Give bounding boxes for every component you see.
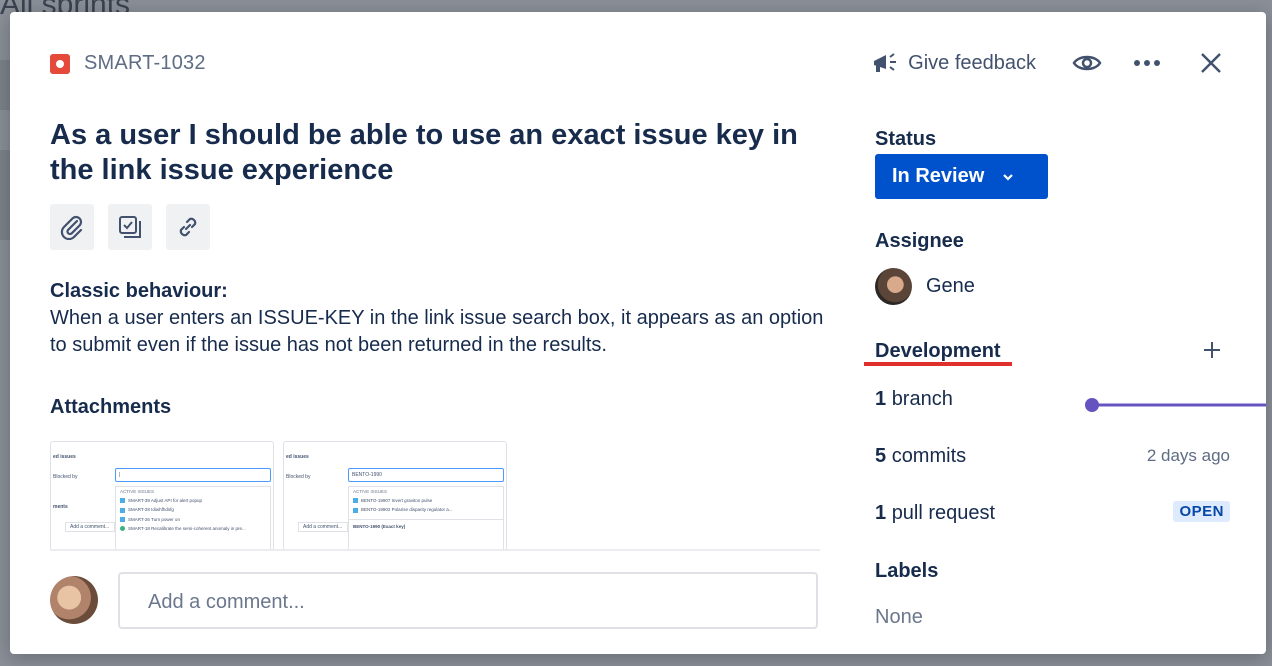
commit-count: 5 <box>875 445 887 467</box>
add-development-button[interactable] <box>1200 338 1224 362</box>
thumb-input: BENTO-1990 <box>348 468 504 482</box>
close-button[interactable] <box>1196 48 1226 78</box>
issue-key[interactable]: SMART-1032 <box>84 52 206 75</box>
thumb-comments: ments <box>53 504 68 510</box>
branch-label: branch <box>891 388 953 410</box>
commit-time: 2 days ago <box>1146 446 1230 465</box>
thumb-section: ACTIVE ISSUES <box>353 489 388 494</box>
attachments-heading: Attachments <box>50 396 172 418</box>
thumb-title: ed issues <box>286 454 309 460</box>
thumb-add-comment: Add a comment... <box>298 522 348 532</box>
pr-count: 1 <box>875 502 887 524</box>
thumb-item: SMART-28 Idiwhfhdsfg <box>116 505 270 514</box>
pr-status-badge: OPEN <box>1173 501 1230 522</box>
megaphone-icon <box>874 53 897 72</box>
assignee-name: Gene <box>926 275 975 297</box>
thumb-item: SMART-18 Recalibrate the semi-coherent a… <box>116 524 270 533</box>
development-highlight <box>864 362 1012 366</box>
checklist-icon <box>119 216 141 238</box>
thumb-item: BENTO-19907 Invert graviton pulse <box>349 496 503 505</box>
assignee-label: Assignee <box>875 230 964 252</box>
thumb-dropdown: ACTIVE ISSUES BENTO-19907 Invert gravito… <box>348 486 504 549</box>
description-heading: Classic behaviour: <box>50 280 228 302</box>
issue-summary[interactable]: As a user I should be able to use an exa… <box>50 118 810 188</box>
thumb-section: ACTIVE ISSUES <box>120 489 155 494</box>
dev-branch-link[interactable]: 1 branch <box>875 388 953 411</box>
plus-icon <box>1204 342 1220 358</box>
background-strip <box>0 150 10 240</box>
pr-label: pull request <box>891 502 996 524</box>
development-label: Development <box>875 340 1001 362</box>
background-strip <box>0 60 10 110</box>
dev-commits-link[interactable]: 5 commits <box>875 445 966 468</box>
attachment-thumbnail[interactable]: ed issues Blocked by | ments Add a comme… <box>50 441 274 549</box>
watch-button[interactable] <box>1072 48 1102 78</box>
give-feedback-button[interactable]: Give feedback <box>872 51 1036 75</box>
status-value: In Review <box>892 165 985 187</box>
description-body: When a user enters an ISSUE-KEY in the l… <box>50 307 824 356</box>
thumb-title: ed issues <box>53 454 76 460</box>
attachments-strip: ed issues Blocked by | ments Add a comme… <box>50 441 820 551</box>
connector-line <box>1085 398 1266 412</box>
thumb-item: BENTO-1990 (Exact key) <box>349 518 503 531</box>
thumb-add-comment: Add a comment... <box>65 522 115 532</box>
issue-description[interactable]: Classic behaviour: When a user enters an… <box>50 278 830 359</box>
thumb-item: SMART-39 Adjust API for alert popup <box>116 496 270 505</box>
thumb-input: | <box>115 468 271 482</box>
thumb-select: Blocked by <box>53 474 78 480</box>
labels-label: Labels <box>875 560 939 582</box>
eye-icon <box>1072 55 1102 71</box>
labels-value[interactable]: None <box>875 606 923 629</box>
attach-button[interactable] <box>50 204 94 250</box>
give-feedback-label: Give feedback <box>908 51 1036 74</box>
issue-key-link[interactable]: SMART-1032 <box>50 52 206 75</box>
link-icon <box>179 217 197 237</box>
bug-icon <box>50 53 70 74</box>
thumb-dropdown: ACTIVE ISSUES SMART-39 Adjust API for al… <box>115 486 271 549</box>
thumb-select: Blocked by <box>286 474 311 480</box>
close-icon <box>1201 53 1221 73</box>
chevron-down-icon <box>1003 173 1014 181</box>
assignee-avatar <box>875 268 912 305</box>
current-user-avatar <box>50 576 98 624</box>
attachment-thumbnail[interactable]: ed issues Blocked by BENTO-1990 Add a co… <box>283 441 507 549</box>
issue-modal: SMART-1032 Give feedback As a user I sho… <box>10 12 1266 654</box>
status-label: Status <box>875 128 937 150</box>
more-actions-button[interactable] <box>1132 48 1162 78</box>
commit-label: commits <box>891 445 967 467</box>
assignee-field[interactable]: Gene <box>875 268 975 305</box>
branch-count: 1 <box>875 388 887 410</box>
link-issue-button[interactable] <box>166 204 210 250</box>
add-comment-input[interactable]: Add a comment... <box>118 572 818 629</box>
thumb-item: SMART-26 Turn power on <box>116 515 270 524</box>
paperclip-icon <box>60 215 83 240</box>
more-icon <box>1134 60 1160 66</box>
status-dropdown[interactable]: In Review <box>875 154 1048 199</box>
dev-pull-request-link[interactable]: 1 pull request <box>875 502 995 525</box>
create-subtask-button[interactable] <box>108 204 152 250</box>
thumb-item: BENTO-19902 Polarise disparity regulator… <box>349 505 503 514</box>
header-actions: Give feedback <box>872 48 1226 78</box>
issue-toolbar <box>50 204 210 250</box>
